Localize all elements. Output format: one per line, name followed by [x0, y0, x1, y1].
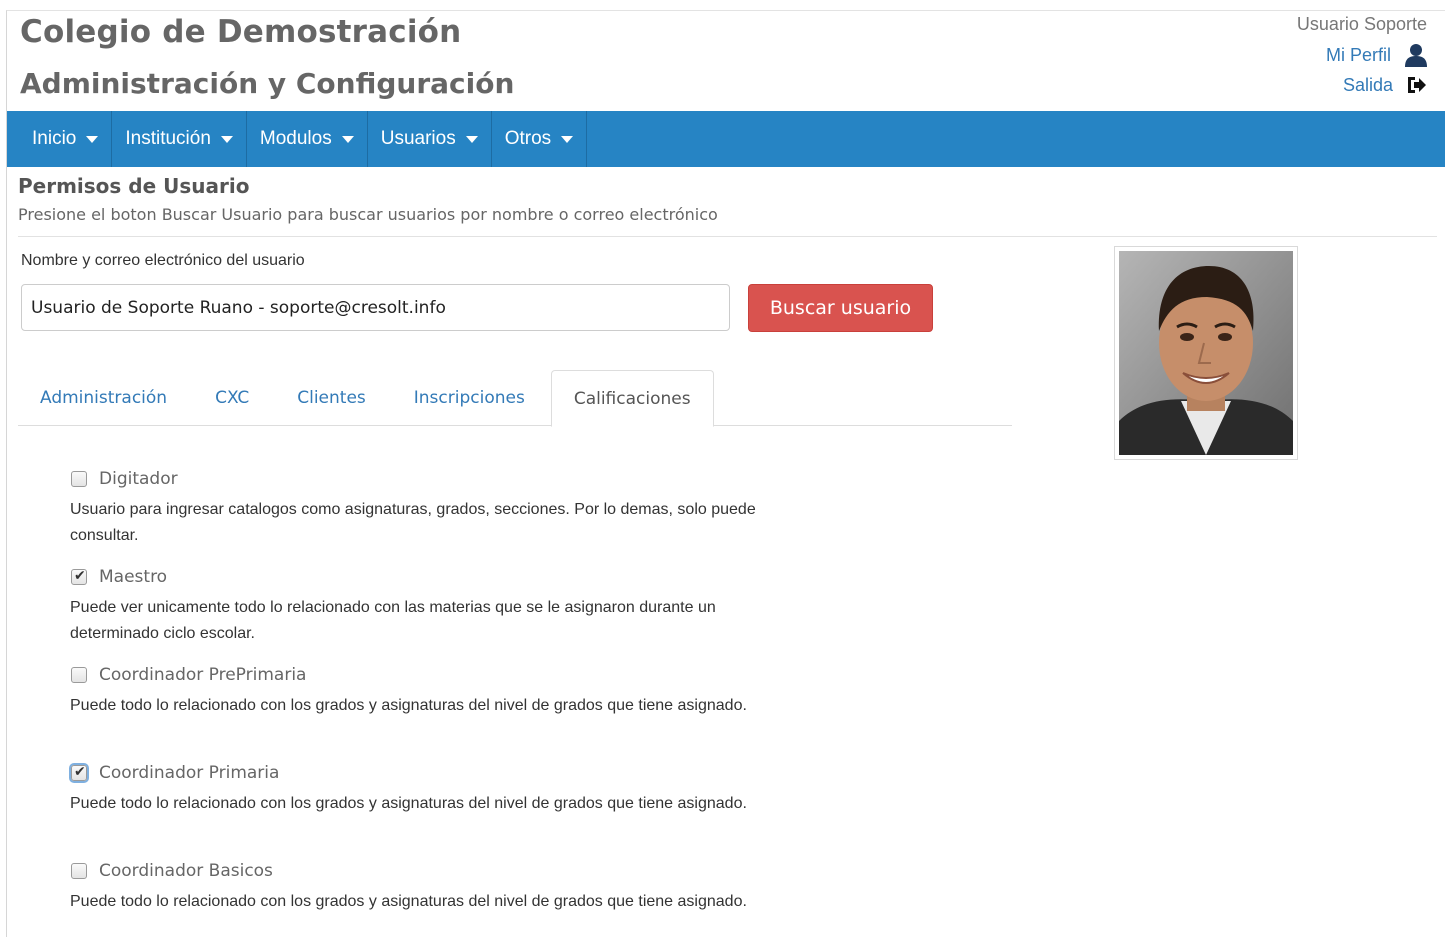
permission-name: Coordinador PrePrimaria — [99, 665, 307, 685]
permission-description: Usuario para ingresar catalogos como asi… — [70, 501, 756, 544]
user-icon — [1405, 43, 1427, 67]
tab-clientes[interactable]: Clientes — [275, 370, 388, 426]
caret-down-icon — [220, 135, 233, 143]
tab-inscripciones[interactable]: Inscripciones — [392, 370, 547, 426]
maestro-checkbox[interactable] — [71, 568, 87, 585]
nav-item-usuarios[interactable]: Usuarios — [368, 111, 492, 167]
tab-administracion[interactable]: Administración — [18, 370, 189, 426]
permission-tabs: Administración CXC Clientes Inscripcione… — [18, 370, 1012, 427]
caret-down-icon — [561, 135, 574, 143]
permission-maestro: Maestro Puede ver unicamente todo lo rel… — [70, 565, 770, 647]
logout-link[interactable]: Salida — [1297, 70, 1427, 100]
nav-item-otros[interactable]: Otros — [492, 111, 588, 167]
nav-item-institucion[interactable]: Institución — [112, 111, 247, 167]
profile-link[interactable]: Mi Perfil — [1297, 40, 1427, 70]
school-name: Colegio de Demostración — [20, 14, 462, 50]
permission-description: Puede todo lo relacionado con los grados… — [70, 697, 747, 714]
avatar — [1119, 251, 1293, 455]
coordinador-basicos-checkbox[interactable] — [71, 863, 87, 879]
tab-calificaciones[interactable]: Calificaciones — [550, 370, 714, 427]
search-user-button[interactable]: Buscar usuario — [748, 284, 933, 332]
permission-digitador: Digitador Usuario para ingresar catalogo… — [70, 467, 770, 549]
permission-coordinador-primaria: Coordinador Primaria Puede todo lo relac… — [70, 761, 770, 817]
user-field-label: Nombre y correo electrónico del usuario — [21, 252, 305, 269]
nav-label: Inicio — [32, 128, 77, 149]
permission-name: Maestro — [99, 567, 168, 587]
logout-icon — [1407, 76, 1427, 94]
permission-name: Coordinador Primaria — [99, 763, 280, 783]
permission-name: Coordinador Basicos — [99, 861, 273, 881]
nav-label: Usuarios — [380, 128, 456, 149]
permission-name: Digitador — [99, 469, 178, 489]
permission-description: Puede todo lo relacionado con los grados… — [70, 795, 747, 812]
permission-description: Puede todo lo relacionado con los grados… — [70, 893, 747, 910]
coordinador-primaria-checkbox[interactable] — [71, 764, 87, 781]
digitador-checkbox[interactable] — [71, 471, 87, 487]
profile-label: Mi Perfil — [1325, 44, 1391, 65]
permission-coordinador-preprimaria: Coordinador PrePrimaria Puede todo lo re… — [70, 663, 770, 719]
caret-down-icon — [86, 135, 99, 143]
user-photo — [1114, 246, 1298, 460]
caret-down-icon — [465, 135, 478, 143]
tab-cxc[interactable]: CXC — [193, 370, 271, 426]
section-name: Administración y Configuración — [20, 67, 515, 100]
nav-item-inicio[interactable]: Inicio — [7, 111, 113, 167]
page-title: Permisos de Usuario — [18, 174, 250, 198]
coordinador-preprimaria-checkbox[interactable] — [71, 667, 87, 683]
page-subtitle: Presione el boton Buscar Usuario para bu… — [18, 205, 718, 224]
caret-down-icon — [341, 135, 354, 143]
user-search-input[interactable] — [21, 284, 730, 331]
user-menu: Usuario Soporte Mi Perfil Salida — [1297, 12, 1427, 100]
user-name: Usuario Soporte — [1296, 14, 1427, 34]
nav-label: Otros — [504, 128, 552, 149]
nav-label: Modulos — [259, 128, 332, 149]
nav-item-modulos[interactable]: Modulos — [247, 111, 368, 167]
nav-label: Institución — [125, 128, 211, 149]
main-navbar: Inicio Institución Modulos Usuarios Otro… — [7, 111, 1445, 167]
logout-label: Salida — [1342, 74, 1393, 95]
permission-description: Puede ver unicamente todo lo relacionado… — [70, 599, 716, 642]
divider — [18, 236, 1437, 237]
permission-coordinador-basicos: Coordinador Basicos Puede todo lo relaci… — [70, 859, 770, 915]
